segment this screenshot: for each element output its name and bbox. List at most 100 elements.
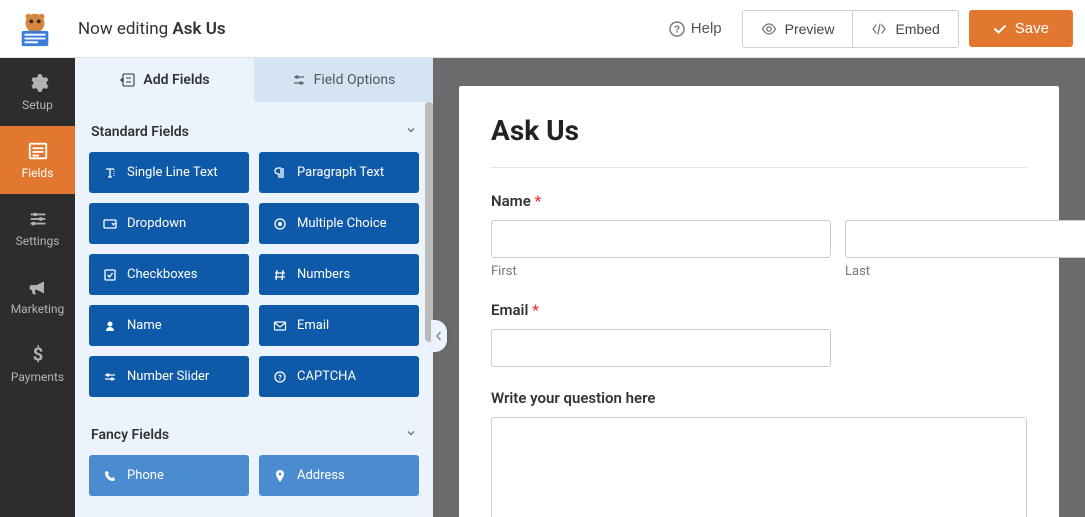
nav-settings[interactable]: Settings xyxy=(0,194,75,262)
topbar: Now editing Ask Us ? Help Preview Embed … xyxy=(0,0,1085,58)
preview-button[interactable]: Preview xyxy=(743,11,854,47)
chevron-down-icon xyxy=(405,427,417,443)
dropdown-icon xyxy=(103,217,117,231)
standard-fields-grid: Single Line Text Paragraph Text Dropdown… xyxy=(89,152,419,397)
field-captcha[interactable]: ? CAPTCHA xyxy=(259,356,419,397)
checkbox-icon xyxy=(103,268,117,282)
nav-setup[interactable]: Setup xyxy=(0,58,75,126)
field-numbers[interactable]: Numbers xyxy=(259,254,419,295)
nav-fields[interactable]: Fields xyxy=(0,126,75,194)
field-phone[interactable]: Phone xyxy=(89,455,249,496)
nav-marketing[interactable]: Marketing xyxy=(0,262,75,330)
field-label: Number Slider xyxy=(127,369,209,384)
captcha-icon: ? xyxy=(273,370,287,384)
field-name[interactable]: Name xyxy=(89,305,249,346)
svg-text:?: ? xyxy=(674,24,680,35)
help-button[interactable]: ? Help xyxy=(659,12,732,45)
nav-marketing-label: Marketing xyxy=(11,302,65,316)
sidebar-panel: Add Fields Field Options Standard Fields… xyxy=(75,58,433,517)
last-name-input[interactable] xyxy=(845,220,1085,258)
svg-text:$: $ xyxy=(32,345,43,366)
phone-icon xyxy=(103,469,117,483)
scrollbar[interactable] xyxy=(425,102,433,342)
text-icon xyxy=(103,166,117,180)
field-label: Multiple Choice xyxy=(297,216,387,231)
nav-fields-label: Fields xyxy=(22,166,54,180)
sliders-icon xyxy=(27,208,49,230)
field-multiple-choice[interactable]: Multiple Choice xyxy=(259,203,419,244)
code-icon xyxy=(871,21,887,37)
editing-prefix: Now editing xyxy=(78,19,172,39)
user-icon xyxy=(103,319,117,333)
eye-icon xyxy=(761,21,777,37)
embed-button[interactable]: Embed xyxy=(853,11,957,47)
field-label: Single Line Text xyxy=(127,165,218,180)
required-mark: * xyxy=(532,301,539,319)
field-label: Name xyxy=(127,318,162,333)
left-nav: Setup Fields Settings Marketing $ Paymen… xyxy=(0,58,75,517)
sidebar-content: Standard Fields Single Line Text Paragra… xyxy=(75,102,433,517)
field-label: CAPTCHA xyxy=(297,369,356,384)
field-label: Email xyxy=(297,318,329,333)
field-label: Phone xyxy=(127,468,164,483)
hash-icon xyxy=(273,268,287,282)
pin-icon xyxy=(273,469,287,483)
name-label: Name * xyxy=(491,192,1027,210)
field-address[interactable]: Address xyxy=(259,455,419,496)
dollar-icon: $ xyxy=(27,344,49,366)
nav-setup-label: Setup xyxy=(22,98,53,112)
chevron-left-icon xyxy=(435,330,443,342)
question-textarea[interactable] xyxy=(491,417,1027,517)
tab-field-options[interactable]: Field Options xyxy=(254,58,433,102)
envelope-icon xyxy=(273,319,287,333)
tab-add-fields[interactable]: Add Fields xyxy=(75,58,254,102)
svg-text:?: ? xyxy=(278,374,282,382)
field-dropdown[interactable]: Dropdown xyxy=(89,203,249,244)
field-single-line-text[interactable]: Single Line Text xyxy=(89,152,249,193)
preview-area: Ask Us Name * First Last xyxy=(433,58,1085,517)
embed-label: Embed xyxy=(895,21,939,37)
paragraph-icon xyxy=(273,166,287,180)
options-icon xyxy=(292,73,306,87)
field-number-slider[interactable]: Number Slider xyxy=(89,356,249,397)
form-icon xyxy=(27,140,49,162)
check-icon xyxy=(993,22,1007,36)
tab-add-fields-label: Add Fields xyxy=(143,72,209,88)
nav-payments[interactable]: $ Payments xyxy=(0,330,75,398)
field-label: Numbers xyxy=(297,267,350,282)
form-field-question[interactable]: Write your question here xyxy=(491,389,1027,517)
help-icon: ? xyxy=(669,21,685,37)
topbar-actions: ? Help Preview Embed Save xyxy=(659,10,1073,48)
question-label: Write your question here xyxy=(491,389,1027,407)
save-button[interactable]: Save xyxy=(969,10,1073,47)
chevron-down-icon xyxy=(405,124,417,140)
form-field-email[interactable]: Email * xyxy=(491,301,1027,367)
form-preview: Ask Us Name * First Last xyxy=(459,86,1059,517)
slider-icon xyxy=(103,370,117,384)
field-label: Address xyxy=(297,468,345,483)
collapse-panel-button[interactable] xyxy=(431,320,447,352)
section-standard-fields[interactable]: Standard Fields xyxy=(89,112,419,152)
email-input[interactable] xyxy=(491,329,831,367)
form-field-name[interactable]: Name * First Last xyxy=(491,192,1027,279)
field-paragraph-text[interactable]: Paragraph Text xyxy=(259,152,419,193)
field-email[interactable]: Email xyxy=(259,305,419,346)
radio-icon xyxy=(273,217,287,231)
section-fancy-fields[interactable]: Fancy Fields xyxy=(89,415,419,455)
first-name-input[interactable] xyxy=(491,220,831,258)
form-title: Ask Us xyxy=(491,114,1027,168)
field-label: Checkboxes xyxy=(127,267,197,282)
first-sub-label: First xyxy=(491,264,831,279)
editing-label: Now editing Ask Us xyxy=(78,19,226,39)
save-label: Save xyxy=(1015,20,1049,37)
section-fancy-label: Fancy Fields xyxy=(91,427,169,443)
sidebar-tabs: Add Fields Field Options xyxy=(75,58,433,102)
field-checkboxes[interactable]: Checkboxes xyxy=(89,254,249,295)
nav-settings-label: Settings xyxy=(16,234,60,248)
fancy-fields-grid: Phone Address xyxy=(89,455,419,496)
nav-payments-label: Payments xyxy=(11,370,64,384)
plus-form-icon xyxy=(119,73,135,87)
editing-form-name: Ask Us xyxy=(172,19,225,39)
preview-label: Preview xyxy=(785,21,835,37)
preview-embed-group: Preview Embed xyxy=(742,10,959,48)
